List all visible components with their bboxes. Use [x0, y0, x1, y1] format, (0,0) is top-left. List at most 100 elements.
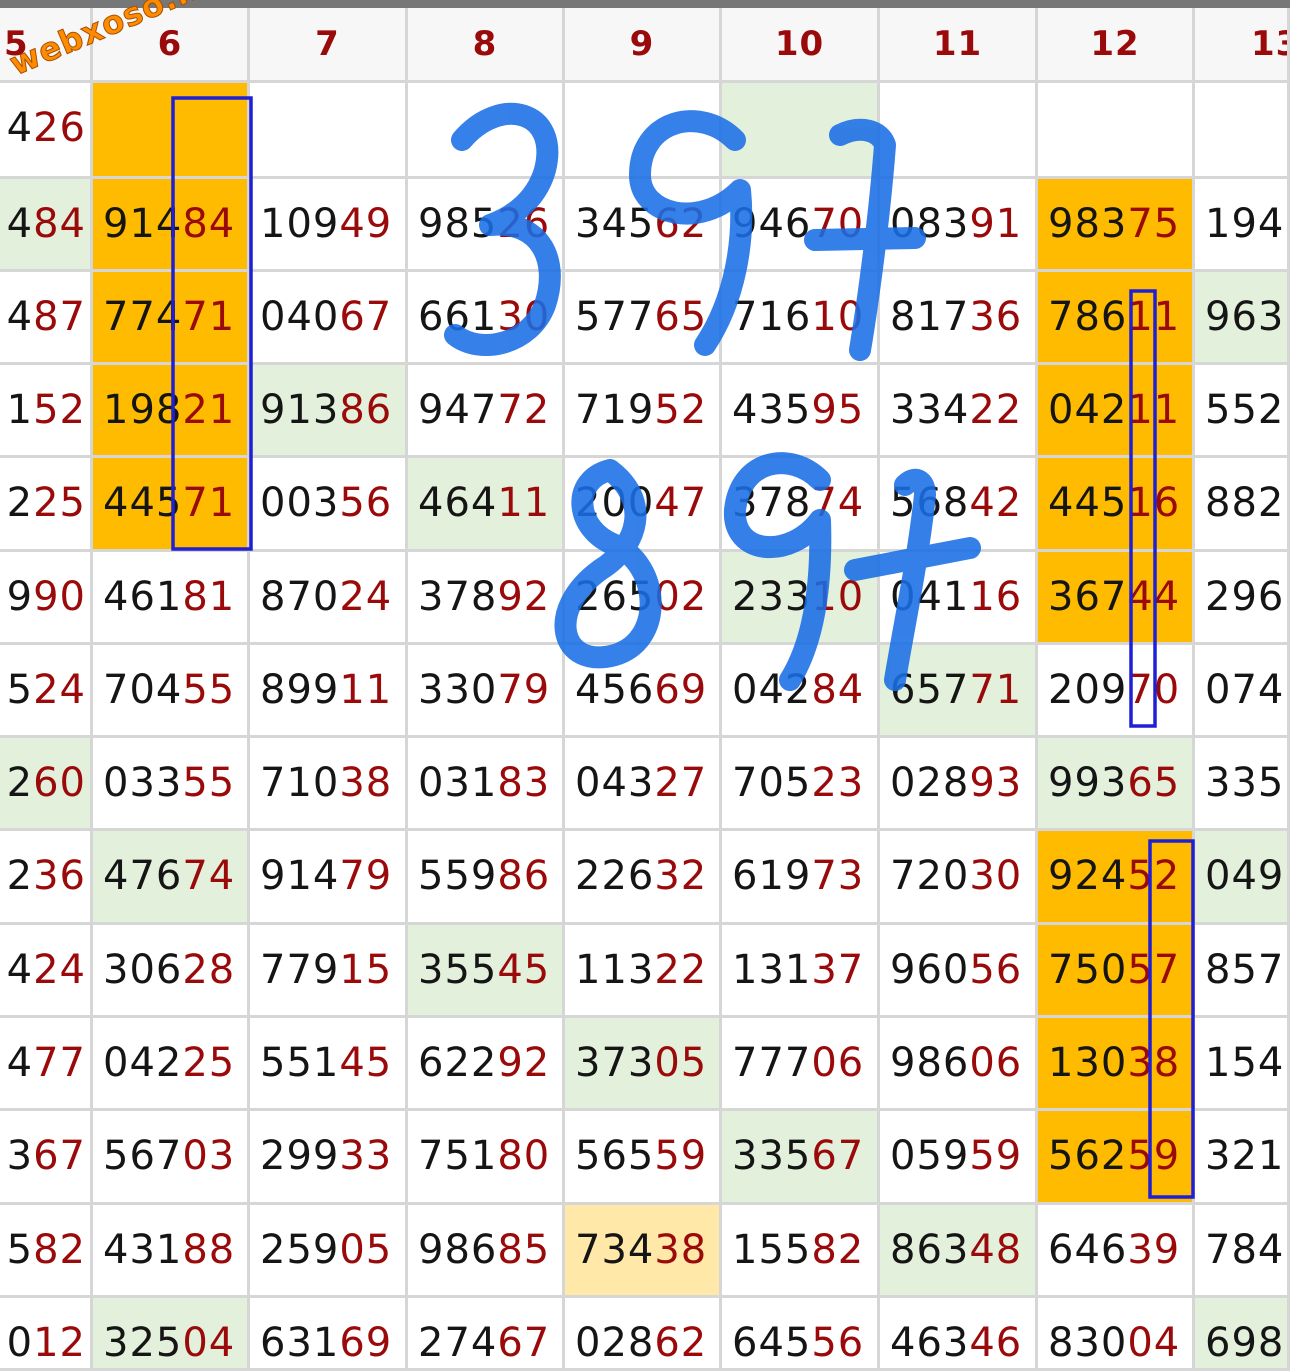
result-cell: 424 — [0, 925, 93, 1018]
number-last-two-digits: 27 — [654, 760, 708, 806]
number-prefix: 779 — [260, 947, 340, 993]
number-last-two-digits: 05 — [339, 1227, 393, 1273]
number-last-two-digits: 33 — [339, 1133, 393, 1179]
number-prefix: 986 — [890, 1040, 970, 1086]
number-prefix: 130 — [1048, 1040, 1128, 1086]
number-prefix: 209 — [1048, 667, 1128, 713]
column-header-11: 11 — [880, 8, 1038, 83]
number-last-two-digits: 67 — [811, 1133, 865, 1179]
number-prefix: 367 — [1048, 574, 1128, 620]
result-cell: 91479 — [250, 831, 408, 925]
number-prefix: 226 — [575, 853, 655, 899]
result-cell: 29933 — [250, 1111, 408, 1205]
number-prefix: 720 — [890, 853, 970, 899]
result-cell: 94670 — [722, 179, 880, 272]
number-prefix: 043 — [575, 760, 655, 806]
number-last-two-digits: 04 — [1127, 1320, 1181, 1366]
result-cell: 15582 — [722, 1205, 880, 1298]
result-cell: 99365 — [1038, 738, 1195, 831]
number-last-two-digits: 26 — [33, 105, 86, 151]
number-prefix: 2 — [6, 480, 34, 526]
result-cell: 77706 — [722, 1018, 880, 1111]
result-cell: 56842 — [880, 458, 1038, 552]
result-cell: 19821 — [93, 365, 250, 458]
number-prefix: 028 — [575, 1320, 655, 1366]
result-cell: 83004 — [1038, 1298, 1195, 1371]
number-last-two-digits: 91 — [969, 201, 1023, 247]
number-prefix: 567 — [103, 1133, 183, 1179]
number-prefix: 325 — [103, 1320, 183, 1366]
number-prefix: 924 — [1048, 853, 1128, 899]
number-prefix: 784 — [1205, 1227, 1285, 1273]
result-cell: 225 — [0, 458, 93, 552]
number-last-two-digits: 37 — [811, 947, 865, 993]
number-prefix: 946 — [732, 201, 812, 247]
number-prefix: 049 — [1205, 853, 1285, 899]
number-prefix: 5 — [6, 667, 34, 713]
number-prefix: 154 — [1205, 1040, 1285, 1086]
number-last-two-digits: 92 — [497, 574, 551, 620]
result-cell: 91386 — [250, 365, 408, 458]
number-prefix: 777 — [732, 1040, 812, 1086]
number-prefix: 698 — [1205, 1320, 1285, 1366]
result-cell: 56559 — [565, 1111, 722, 1205]
number-prefix: 306 — [103, 947, 183, 993]
number-last-two-digits: 59 — [1127, 1133, 1181, 1179]
result-cell — [250, 83, 408, 179]
number-prefix: 914 — [103, 201, 183, 247]
number-prefix: 335 — [1205, 760, 1285, 806]
number-last-two-digits: 71 — [969, 667, 1023, 713]
result-cell: 20047 — [565, 458, 722, 552]
result-cell: 194 — [1195, 179, 1290, 272]
number-last-two-digits: 67 — [339, 294, 393, 340]
number-last-two-digits: 93 — [969, 760, 1023, 806]
number-last-two-digits: 38 — [654, 1227, 708, 1273]
number-last-two-digits: 86 — [339, 387, 393, 433]
number-last-two-digits: 22 — [654, 947, 708, 993]
number-prefix: 913 — [260, 387, 340, 433]
result-cell: 89911 — [250, 645, 408, 738]
result-cell: 66130 — [408, 272, 565, 365]
number-prefix: 4 — [6, 947, 34, 993]
number-last-two-digits: 49 — [339, 201, 393, 247]
number-prefix: 774 — [103, 294, 183, 340]
number-prefix: 577 — [575, 294, 655, 340]
result-cell: 487 — [0, 272, 93, 365]
number-prefix: 830 — [1048, 1320, 1128, 1366]
number-prefix: 5 — [6, 1227, 34, 1273]
result-cell: 70455 — [93, 645, 250, 738]
result-cell: 98375 — [1038, 179, 1195, 272]
number-last-two-digits: 11 — [339, 667, 393, 713]
number-last-two-digits: 62 — [654, 201, 708, 247]
number-prefix: 963 — [1205, 294, 1285, 340]
number-prefix: 568 — [890, 480, 970, 526]
number-prefix: 882 — [1205, 480, 1285, 526]
result-cell: 27467 — [408, 1298, 565, 1371]
number-prefix: 074 — [1205, 667, 1285, 713]
number-prefix: 003 — [260, 480, 340, 526]
number-last-two-digits: 84 — [182, 201, 236, 247]
number-prefix: 321 — [1205, 1133, 1285, 1179]
number-prefix: 751 — [418, 1133, 498, 1179]
result-cell: 074 — [1195, 645, 1290, 738]
result-cell: 43595 — [722, 365, 880, 458]
result-cell — [565, 83, 722, 179]
number-last-two-digits: 88 — [182, 1227, 236, 1273]
result-cell: 46181 — [93, 552, 250, 645]
number-last-two-digits: 75 — [1127, 201, 1181, 247]
result-cell: 23310 — [722, 552, 880, 645]
number-last-two-digits: 06 — [969, 1040, 1023, 1086]
number-last-two-digits: 23 — [811, 760, 865, 806]
number-last-two-digits: 16 — [969, 574, 1023, 620]
number-prefix: 334 — [890, 387, 970, 433]
number-prefix: 716 — [732, 294, 812, 340]
result-cell: 91484 — [93, 179, 250, 272]
result-cell: 75057 — [1038, 925, 1195, 1018]
number-last-two-digits: 59 — [654, 1133, 708, 1179]
number-last-two-digits: 36 — [969, 294, 1023, 340]
result-cell: 77471 — [93, 272, 250, 365]
number-prefix: 113 — [575, 947, 655, 993]
number-last-two-digits: 11 — [1127, 387, 1181, 433]
result-cell: 37874 — [722, 458, 880, 552]
result-cell: 30628 — [93, 925, 250, 1018]
